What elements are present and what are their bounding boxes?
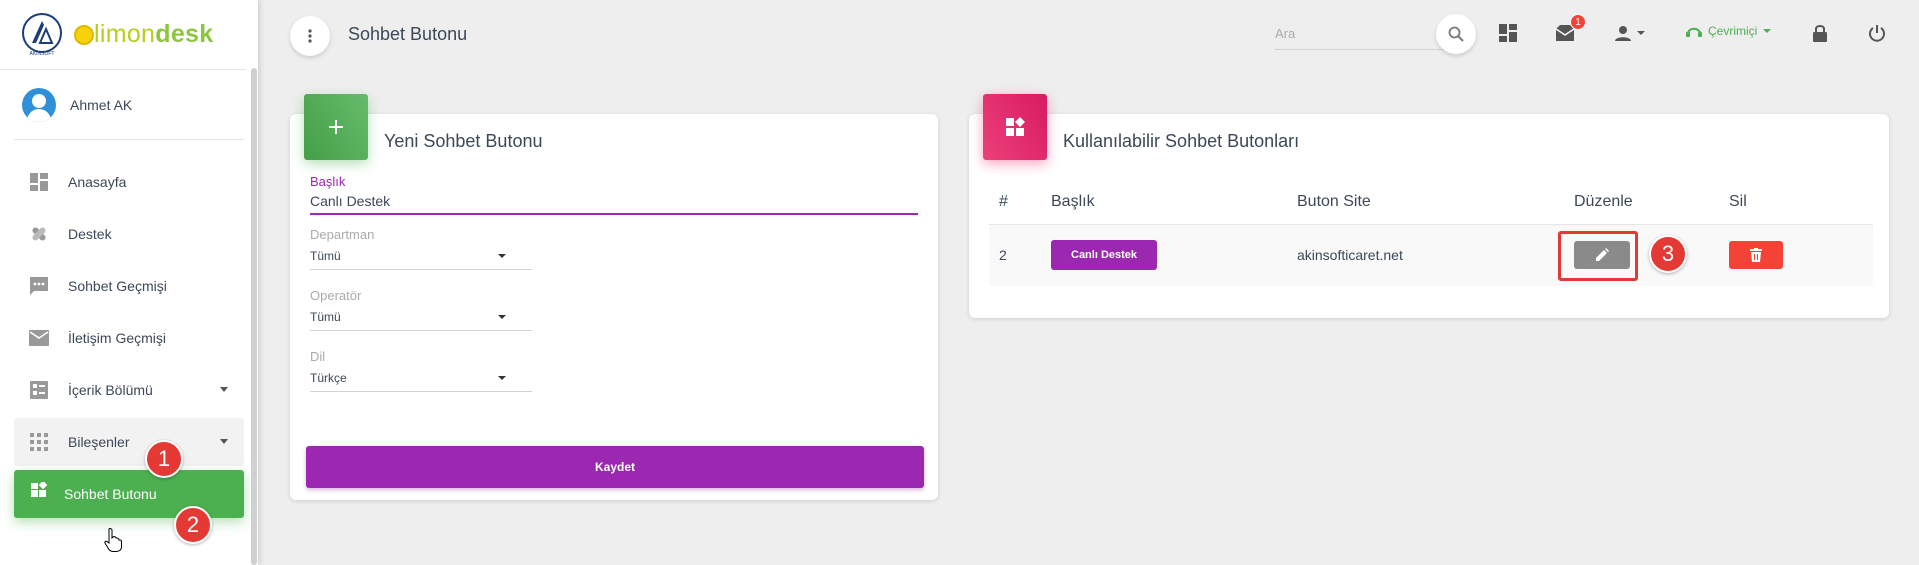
sidebar-item-icerik-bolumu[interactable]: İçerik Bölümü xyxy=(14,366,244,414)
lock-button[interactable] xyxy=(1807,20,1833,46)
delete-button[interactable] xyxy=(1729,241,1783,270)
notification-count-badge: 1 xyxy=(1570,14,1586,30)
apps-icon xyxy=(28,431,50,453)
row-id: 2 xyxy=(989,224,1041,286)
step-3-annotation: 3 xyxy=(1649,235,1687,273)
sidebar-item-label: Sohbet Butonu xyxy=(64,486,157,502)
sidebar-item-iletisim-gecmisi[interactable]: İletişim Geçmişi xyxy=(14,314,244,362)
logo[interactable]: AKINSOFT limondesk xyxy=(0,0,246,70)
chevron-down-icon xyxy=(498,376,506,380)
operator-value: Tümü xyxy=(310,309,341,324)
status-label: Çevrimiçi xyxy=(1708,24,1758,38)
status-dropdown[interactable]: Çevrimiçi xyxy=(1686,24,1772,38)
sidebar-item-bilesenler[interactable]: Bileşenler xyxy=(14,418,244,466)
sidebar: AKINSOFT limondesk Ahmet AK Anasayfa Des… xyxy=(0,0,258,565)
chevron-down-icon xyxy=(1763,29,1772,33)
chevron-down-icon xyxy=(1637,31,1645,35)
department-label: Departman xyxy=(310,227,375,242)
chat-icon xyxy=(28,275,50,297)
column-header-title: Başlık xyxy=(1041,180,1287,225)
sidebar-scrollbar[interactable] xyxy=(251,68,257,565)
dashboard-icon xyxy=(28,171,50,193)
trash-icon xyxy=(1750,248,1762,263)
operator-select[interactable]: Tümü xyxy=(310,303,532,331)
operator-label: Operatör xyxy=(310,288,362,303)
search-button[interactable] xyxy=(1436,14,1476,54)
card-title: Yeni Sohbet Butonu xyxy=(384,131,543,151)
column-header-id: # xyxy=(989,180,1041,225)
table-row: 2 Canlı Destek akinsofticaret.net xyxy=(989,224,1873,286)
edit-button-highlight xyxy=(1558,231,1638,281)
chevron-down-icon xyxy=(498,315,506,319)
new-chat-button-form: Başlık Departman Tümü Operatör Tümü Dil … xyxy=(310,174,918,392)
sidebar-item-label: Destek xyxy=(68,226,112,242)
lock-icon xyxy=(1813,25,1827,42)
sidebar-toggle-button[interactable] xyxy=(290,16,330,56)
available-chat-buttons-card: Kullanılabilir Sohbet Butonları # Başlık… xyxy=(969,94,1889,318)
chevron-down-icon xyxy=(220,439,228,444)
support-icon xyxy=(28,223,50,245)
title-input[interactable] xyxy=(310,189,918,215)
sidebar-item-anasayfa[interactable]: Anasayfa xyxy=(14,158,244,206)
logo-suffix: desk xyxy=(155,20,214,48)
add-icon xyxy=(304,94,368,160)
sidebar-item-label: İletişim Geçmişi xyxy=(68,330,167,346)
content-icon xyxy=(28,379,50,401)
new-chat-button-card: Yeni Sohbet Butonu Başlık Departman Tümü… xyxy=(290,94,938,500)
sidebar-nav: Anasayfa Destek Sohbet Geçmişi İletişim … xyxy=(0,140,258,518)
table-header-row: # Başlık Buton Site Düzenle Sil xyxy=(989,180,1873,225)
widgets-icon xyxy=(983,94,1047,160)
notifications-button[interactable]: 1 xyxy=(1552,14,1586,46)
card-title: Kullanılabilir Sohbet Butonları xyxy=(1063,131,1300,151)
chevron-down-icon xyxy=(220,387,228,392)
department-value: Tümü xyxy=(310,248,341,263)
chat-buttons-table: # Başlık Buton Site Düzenle Sil 2 Canlı … xyxy=(989,180,1873,286)
row-site: akinsofticaret.net xyxy=(1287,224,1564,286)
akinsoft-logo-icon: AKINSOFT xyxy=(20,12,64,57)
chevron-down-icon xyxy=(498,254,506,258)
widgets-icon xyxy=(28,479,50,501)
chat-button-preview[interactable]: Canlı Destek xyxy=(1051,240,1158,271)
column-header-delete: Sil xyxy=(1719,180,1873,225)
person-icon xyxy=(1615,26,1631,41)
column-header-site: Buton Site xyxy=(1287,180,1564,225)
dashboard-icon[interactable] xyxy=(1495,20,1521,46)
mail-icon xyxy=(28,327,50,349)
department-select[interactable]: Tümü xyxy=(310,242,532,270)
power-icon xyxy=(1869,25,1885,42)
lemon-icon xyxy=(74,25,94,45)
sidebar-item-label: Sohbet Geçmişi xyxy=(68,278,167,294)
search-input[interactable] xyxy=(1275,18,1445,48)
limondesk-logo: limondesk xyxy=(74,20,213,49)
column-header-edit: Düzenle xyxy=(1564,180,1719,225)
sidebar-item-label: İçerik Bölümü xyxy=(68,382,153,398)
logo-prefix: limon xyxy=(94,20,156,48)
top-bar: Sohbet Butonu 1 Çevrimiçi xyxy=(258,0,1919,68)
sidebar-item-sohbet-gecmisi[interactable]: Sohbet Geçmişi xyxy=(14,262,244,310)
sidebar-item-label: Bileşenler xyxy=(68,434,130,450)
language-value: Türkçe xyxy=(310,370,347,385)
more-vert-icon xyxy=(308,29,312,43)
sidebar-item-sohbet-butonu[interactable]: Sohbet Butonu xyxy=(14,470,244,518)
sidebar-item-destek[interactable]: Destek xyxy=(14,210,244,258)
online-status-icon xyxy=(1686,27,1702,37)
step-2-annotation: 2 xyxy=(174,506,212,544)
user-menu-button[interactable] xyxy=(1610,20,1650,46)
search-icon xyxy=(1448,26,1464,42)
title-field-label: Başlık xyxy=(310,174,346,189)
sidebar-item-label: Anasayfa xyxy=(68,174,127,190)
step-1-annotation: 1 xyxy=(145,440,183,478)
mouse-pointer-icon xyxy=(104,528,122,557)
avatar xyxy=(22,87,56,122)
language-select[interactable]: Türkçe xyxy=(310,364,532,392)
page-title: Sohbet Butonu xyxy=(348,24,468,44)
logout-button[interactable] xyxy=(1864,20,1890,46)
save-button[interactable]: Kaydet xyxy=(306,446,924,488)
user-profile[interactable]: Ahmet AK xyxy=(14,70,244,140)
language-label: Dil xyxy=(310,349,326,364)
search-field[interactable] xyxy=(1275,18,1445,50)
company-mark-text: AKINSOFT xyxy=(29,51,54,57)
user-name: Ahmet AK xyxy=(70,96,133,113)
